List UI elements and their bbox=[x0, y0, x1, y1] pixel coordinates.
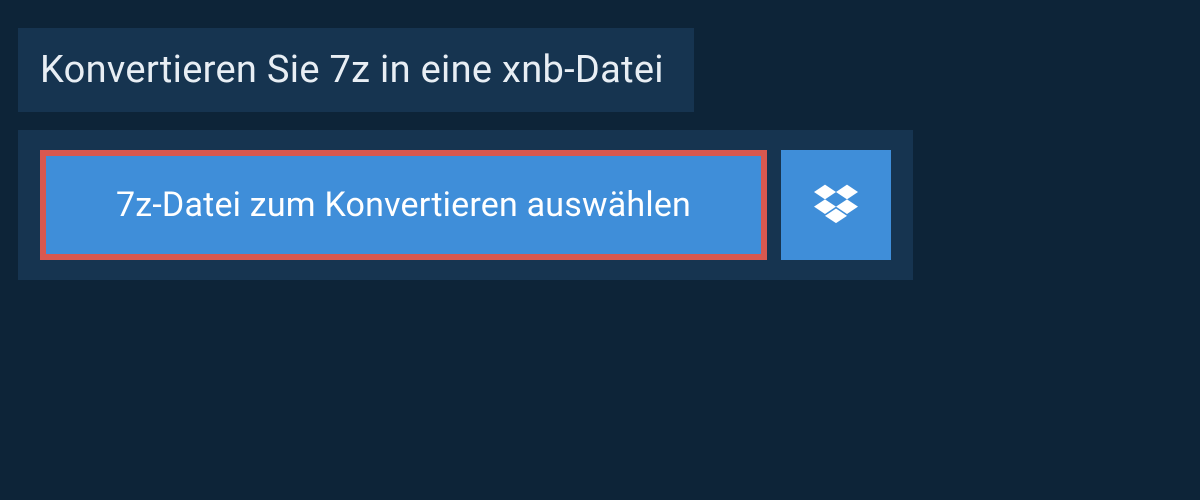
upload-panel: 7z-Datei zum Konvertieren auswählen bbox=[18, 130, 913, 280]
header-bar: Konvertieren Sie 7z in eine xnb-Datei bbox=[18, 28, 694, 112]
page-title: Konvertieren Sie 7z in eine xnb-Datei bbox=[40, 48, 664, 92]
select-file-button[interactable]: 7z-Datei zum Konvertieren auswählen bbox=[40, 150, 767, 260]
select-file-label: 7z-Datei zum Konvertieren auswählen bbox=[116, 185, 691, 225]
dropbox-button[interactable] bbox=[781, 150, 891, 260]
dropbox-icon bbox=[814, 181, 858, 229]
